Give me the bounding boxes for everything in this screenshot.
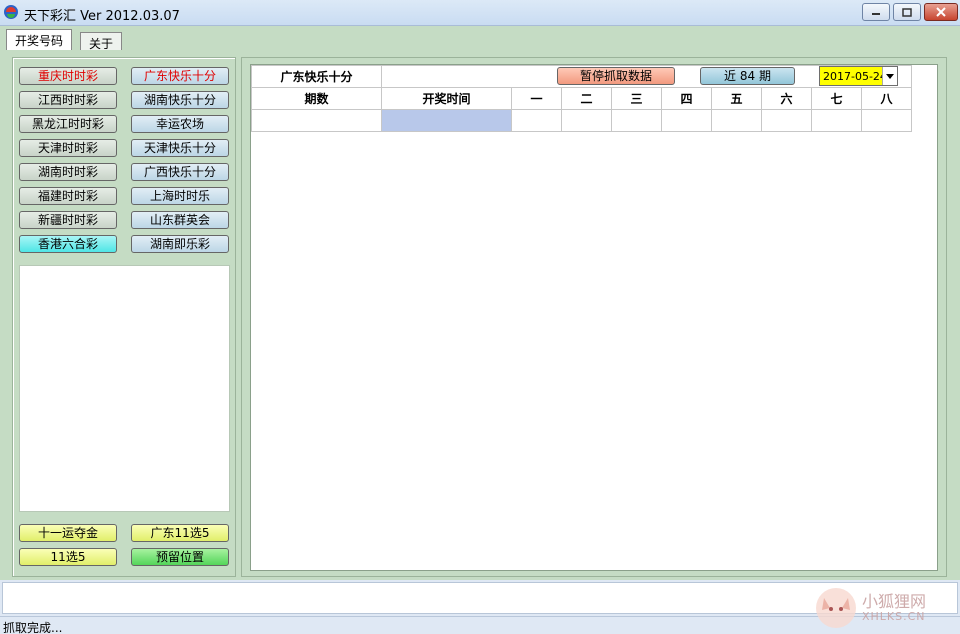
btn-jiangxi-ssc[interactable]: 江西时时彩 xyxy=(19,91,117,109)
table-cell[interactable] xyxy=(561,109,612,132)
results-panel: 广东快乐十分 期数 开奖时间 一 二 三 四 五 六 七 八 暂停抓取数据 近 … xyxy=(241,57,947,577)
col-header: 五 xyxy=(711,87,762,110)
table-cell-selected[interactable] xyxy=(381,109,512,132)
recent-periods-button[interactable]: 近 84 期 xyxy=(700,67,795,85)
btn-guangxi-klsf[interactable]: 广西快乐十分 xyxy=(131,163,229,181)
tab-strip: 开奖号码 关于 xyxy=(0,26,960,51)
minimize-icon xyxy=(872,13,880,15)
close-button[interactable] xyxy=(924,3,958,21)
app-icon xyxy=(4,5,18,19)
watermark-text: 小狐狸网 xyxy=(862,592,927,611)
minimize-button[interactable] xyxy=(862,3,890,21)
table-row[interactable] xyxy=(251,109,912,132)
table-cell[interactable] xyxy=(811,109,862,132)
table-cell[interactable] xyxy=(511,109,562,132)
lottery-list-panel: 重庆时时彩 江西时时彩 黑龙江时时彩 天津时时彩 湖南时时彩 福建时时彩 新疆时… xyxy=(12,57,236,577)
table-header: 期数 开奖时间 一 二 三 四 五 六 七 八 xyxy=(251,87,912,110)
results-area: 广东快乐十分 期数 开奖时间 一 二 三 四 五 六 七 八 暂停抓取数据 近 … xyxy=(250,64,938,571)
col-header: 八 xyxy=(861,87,912,110)
btn-guangdong-11x5[interactable]: 广东11选5 xyxy=(131,524,229,542)
btn-lucky-farm[interactable]: 幸运农场 xyxy=(131,115,229,133)
table-cell[interactable] xyxy=(611,109,662,132)
col-header: 七 xyxy=(811,87,862,110)
col-header: 四 xyxy=(661,87,712,110)
btn-xinjiang-ssc[interactable]: 新疆时时彩 xyxy=(19,211,117,229)
btn-hongkong-marksix[interactable]: 香港六合彩 xyxy=(19,235,117,253)
btn-tianjin-ssc[interactable]: 天津时时彩 xyxy=(19,139,117,157)
dropdown-arrow-icon[interactable] xyxy=(882,67,897,85)
maximize-button[interactable] xyxy=(893,3,921,21)
btn-reserved[interactable]: 预留位置 xyxy=(131,548,229,566)
col-header: 六 xyxy=(761,87,812,110)
title-bar: 天下彩汇 Ver 2012.03.07 xyxy=(0,0,960,26)
btn-guangdong-klsf[interactable]: 广东快乐十分 xyxy=(131,67,229,85)
btn-shanghai-ssl[interactable]: 上海时时乐 xyxy=(131,187,229,205)
btn-shandong-qyh[interactable]: 山东群英会 xyxy=(131,211,229,229)
btn-hunan-ssc[interactable]: 湖南时时彩 xyxy=(19,163,117,181)
close-icon xyxy=(936,7,946,17)
maximize-icon xyxy=(902,7,912,17)
lottery-title-cell: 广东快乐十分 xyxy=(251,65,382,88)
table-cell[interactable] xyxy=(251,109,382,132)
table-cell[interactable] xyxy=(661,109,712,132)
col-header: 期数 xyxy=(251,87,382,110)
btn-hunan-jlc[interactable]: 湖南即乐彩 xyxy=(131,235,229,253)
btn-fujian-ssc[interactable]: 福建时时彩 xyxy=(19,187,117,205)
info-textbox[interactable] xyxy=(19,265,230,512)
date-select[interactable]: 2017-05-24 xyxy=(819,66,898,86)
window-title: 天下彩汇 Ver 2012.03.07 xyxy=(24,9,180,24)
btn-heilongjiang-ssc[interactable]: 黑龙江时时彩 xyxy=(19,115,117,133)
col-header: 开奖时间 xyxy=(381,87,512,110)
col-header: 一 xyxy=(511,87,562,110)
main-area: 重庆时时彩 江西时时彩 黑龙江时时彩 天津时时彩 湖南时时彩 福建时时彩 新疆时… xyxy=(0,50,960,580)
pause-fetch-button[interactable]: 暂停抓取数据 xyxy=(557,67,675,85)
table-cell[interactable] xyxy=(711,109,762,132)
btn-shiyiyunduojin[interactable]: 十一运夺金 xyxy=(19,524,117,542)
status-text: 抓取完成... xyxy=(3,621,63,634)
btn-chongqing-ssc[interactable]: 重庆时时彩 xyxy=(19,67,117,85)
tab-about[interactable]: 关于 xyxy=(80,32,123,51)
btn-11x5[interactable]: 11选5 xyxy=(19,548,117,566)
col-header: 二 xyxy=(561,87,612,110)
date-value: 2017-05-24 xyxy=(823,70,887,83)
btn-tianjin-klsf[interactable]: 天津快乐十分 xyxy=(131,139,229,157)
col-header: 三 xyxy=(611,87,662,110)
watermark-url: XHLKS.CN xyxy=(862,610,926,623)
btn-hunan-klsf[interactable]: 湖南快乐十分 xyxy=(131,91,229,109)
table-cell[interactable] xyxy=(761,109,812,132)
table-cell[interactable] xyxy=(861,109,912,132)
watermark: 小狐狸网 XHLKS.CN xyxy=(814,584,954,630)
tab-lottery-numbers[interactable]: 开奖号码 xyxy=(6,29,73,50)
